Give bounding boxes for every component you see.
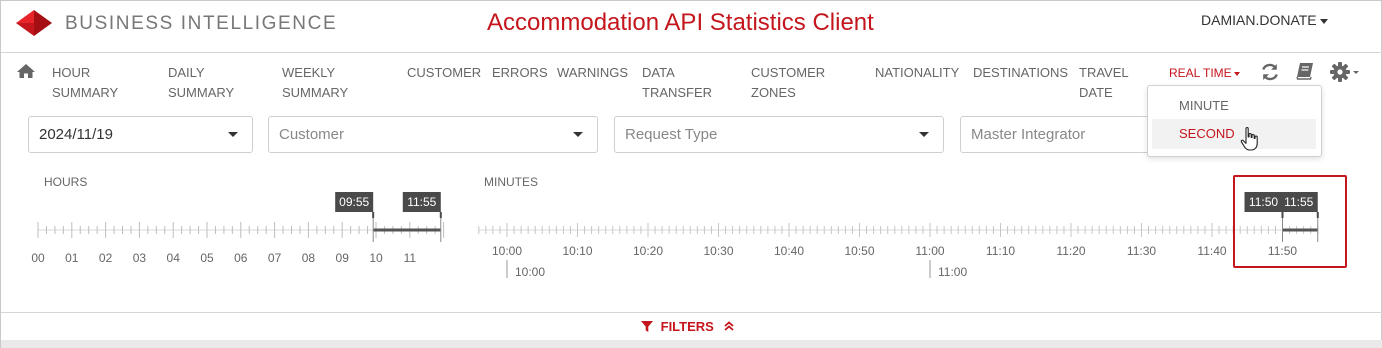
master-integrator-placeholder: Master Integrator [971,126,1086,143]
minutes-timeline[interactable]: 10:00 10:10 10:20 10:30 10:40 10:50 11:00 11:10… [471,186,1341,281]
home-icon[interactable] [16,63,36,79]
realtime-option-second[interactable]: SECOND [1152,119,1316,149]
hours-range-end-flag-text: 11:55 [407,195,436,209]
chevron-down-icon [919,132,929,137]
hours-tick-label: 01 [65,251,79,265]
hours-tick-label: 02 [99,251,113,265]
master-integrator-select[interactable]: Master Integrator [960,116,1160,153]
hours-tick-label: 03 [133,251,147,265]
user-name: DAMIAN.DONATE [1201,12,1317,28]
minutes-tick-label: 10:20 [633,244,663,258]
date-value: 2024/11/19 [39,126,113,143]
nav-hour-summary[interactable]: HOUR SUMMARY [52,63,118,103]
minutes-tick-label: 10:50 [844,244,874,258]
chevron-down-icon [573,132,583,137]
request-type-placeholder: Request Type [625,126,718,143]
double-chevron-up-icon [724,321,735,331]
filters-label: FILTERS [660,319,714,334]
customer-select[interactable]: Customer [268,116,598,153]
minutes-tick-label: 11:20 [1056,244,1085,258]
nav-data-transfer[interactable]: DATA TRANSFER [642,63,712,103]
nav-destinations[interactable]: DESTINATIONS [973,63,1068,83]
minutes-tick-label: 11:10 [986,244,1015,258]
selected-range-highlight [1233,175,1347,268]
nav-customer[interactable]: CUSTOMER [407,63,481,83]
customer-placeholder: Customer [279,126,345,143]
hours-range-end-flag-stem [439,212,442,218]
user-menu[interactable]: DAMIAN.DONATE [1201,12,1328,28]
chevron-down-icon [1319,18,1328,24]
request-type-select[interactable]: Request Type [614,116,944,153]
hours-tick-label: 00 [31,251,45,265]
hours-range-start-flag-stem [372,212,375,218]
minutes-tick-label: 10:30 [703,244,733,258]
hours-tick-label: 11 [404,251,417,265]
chevron-down-icon [228,132,238,137]
brand-logo-icon [16,10,52,36]
minutes-hour-marker-label: 10:00 [515,265,545,279]
realtime-label: REAL TIME [1169,66,1232,80]
header-divider [1,52,1382,53]
hours-tick-label: 05 [200,251,214,265]
realtime-dropdown: MINUTE SECOND [1147,85,1322,157]
minutes-tick-label: 10:00 [492,244,522,258]
hours-timeline[interactable]: 00 01 02 03 04 05 06 07 08 09 10 11 09:55 11:55 [1,186,461,271]
minutes-tick-label: 11:30 [1127,244,1156,258]
hand-cursor-icon [1240,126,1258,151]
minutes-tick-label: 10:40 [774,244,804,258]
minutes-hour-marker-label: 11:00 [938,265,967,279]
nav-customer-zones[interactable]: CUSTOMER ZONES [751,63,825,103]
nav-weekly-summary[interactable]: WEEKLY SUMMARY [282,63,348,103]
minutes-tick-label: 10:10 [562,244,592,258]
hours-tick-label: 06 [234,251,248,265]
nav-nationality[interactable]: NATIONALITY [875,63,959,83]
filters-toggle-button[interactable]: FILTERS [641,319,735,334]
hours-tick-label: 08 [302,251,316,265]
hours-range-end-flag: 11:55 [402,192,442,218]
nav-warnings[interactable]: WARNINGS [557,63,628,83]
hours-tick-label: 10 [369,251,383,265]
footer-divider [1,312,1382,313]
bottom-scrollbar-area [1,340,1382,348]
page-title: Accommodation API Statistics Client [487,9,874,36]
app-window: BUSINESS INTELLIGENCE Accommodation API … [0,0,1382,348]
realtime-option-minute[interactable]: MINUTE [1152,91,1316,121]
filter-icon [641,321,653,332]
hours-range-start-flag: 09:55 [335,192,375,218]
brand-name: BUSINESS INTELLIGENCE [65,13,338,34]
hours-tick-label: 07 [268,251,282,265]
nav-daily-summary[interactable]: DAILY SUMMARY [168,63,234,103]
minutes-tick-label: 11:40 [1197,244,1226,258]
minutes-tick-label: 11:00 [915,244,944,258]
hours-range-start-flag-text: 09:55 [339,195,369,209]
nav-travel-date[interactable]: TRAVEL DATE [1079,63,1129,103]
book-icon[interactable] [1295,62,1315,80]
hours-tick-label: 04 [167,251,181,265]
refresh-icon[interactable] [1260,62,1280,82]
hours-tick-label: 09 [336,251,350,265]
nav-errors[interactable]: ERRORS [492,63,548,83]
gear-icon[interactable] [1330,62,1360,82]
realtime-menu-toggle[interactable]: REAL TIME [1169,63,1240,83]
chevron-down-icon [1233,71,1240,76]
date-select[interactable]: 2024/11/19 [28,116,253,153]
